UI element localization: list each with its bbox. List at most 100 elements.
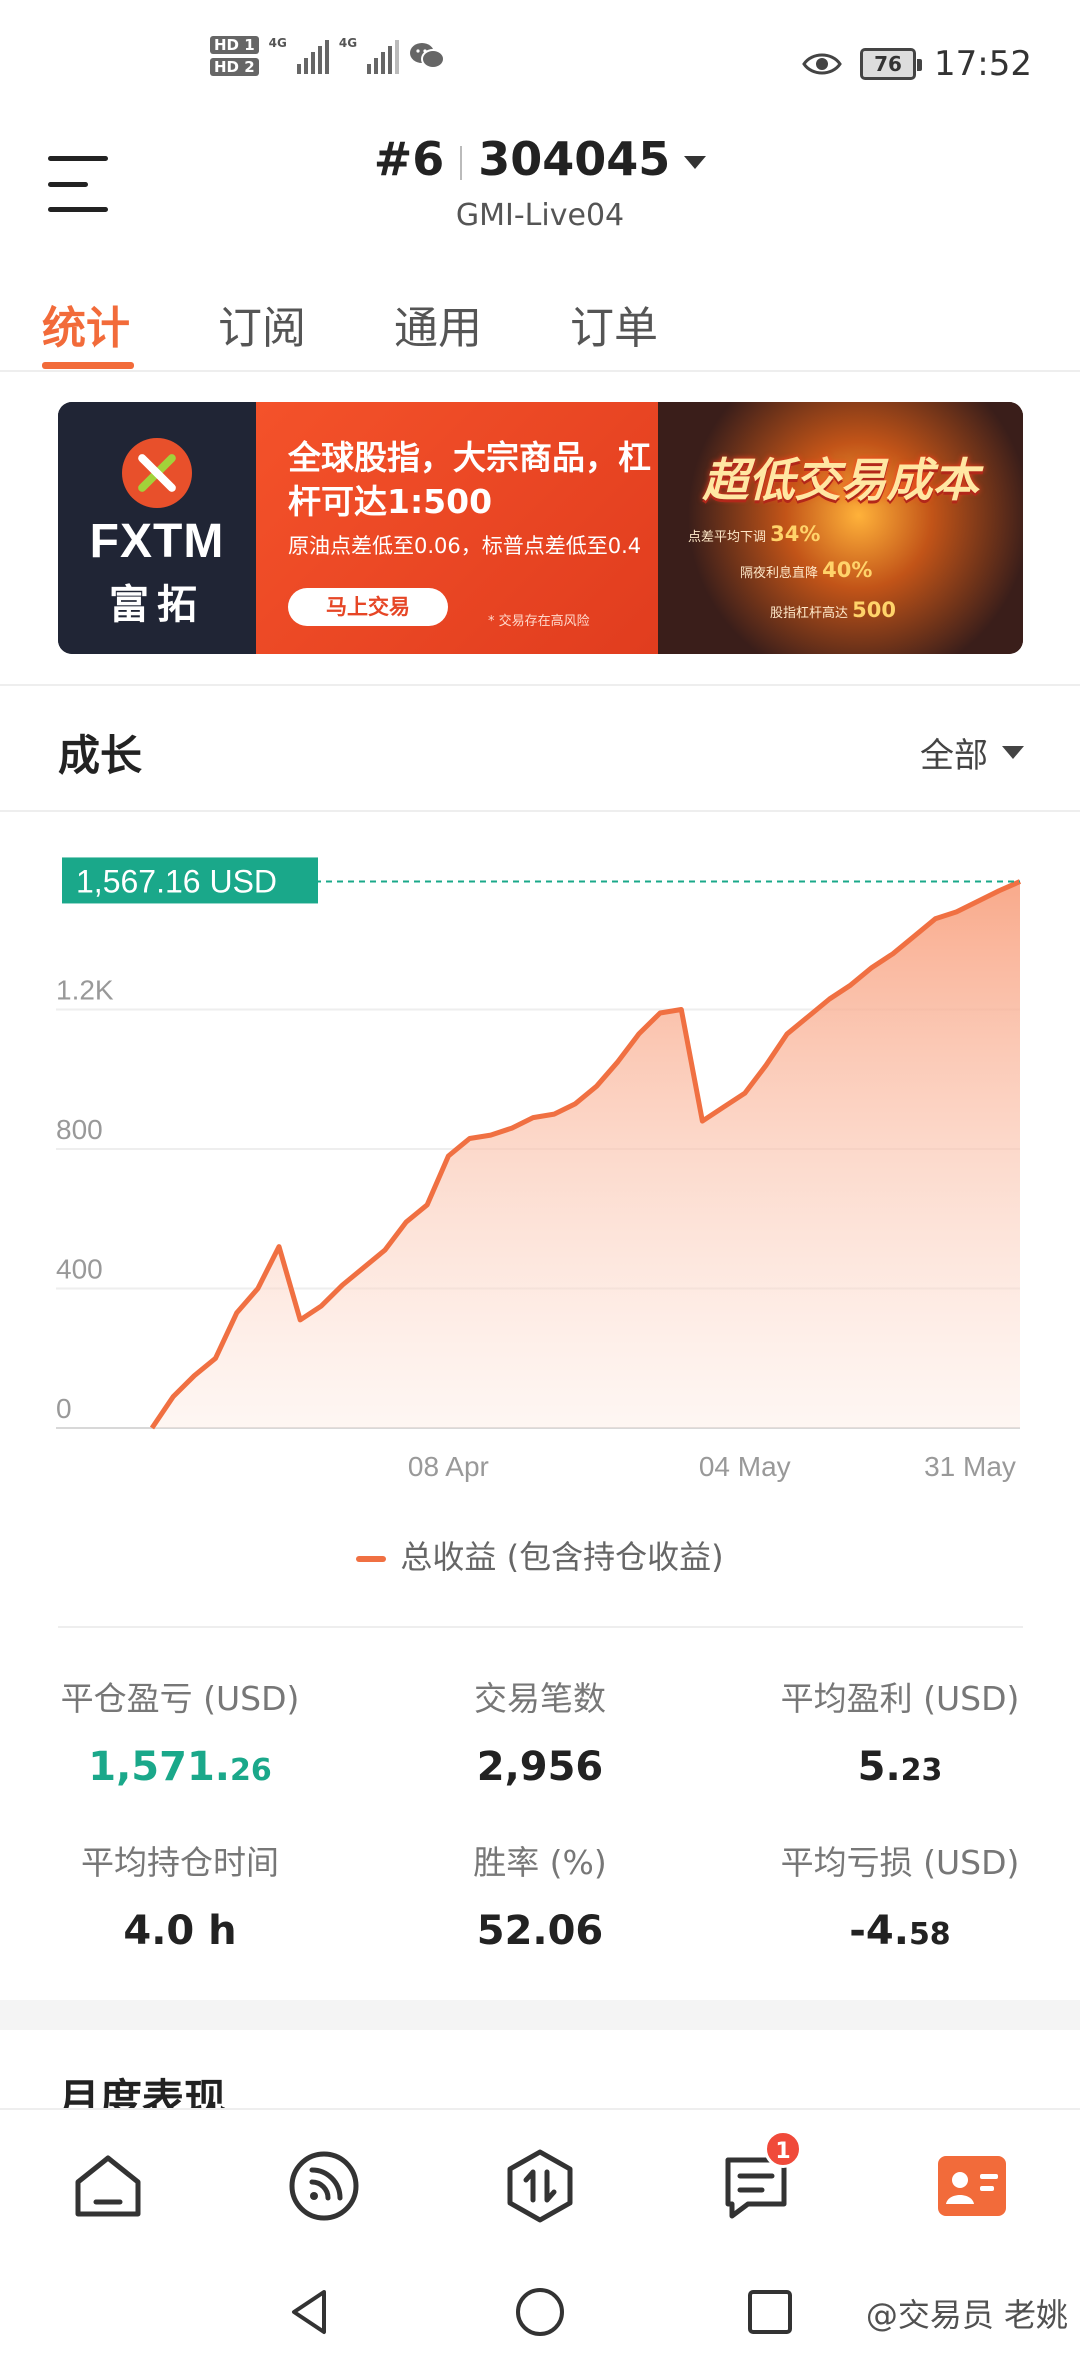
tab-statistics[interactable]: 统计 bbox=[42, 292, 130, 356]
dropdown-caret-icon bbox=[1002, 746, 1024, 759]
feed-icon bbox=[289, 2151, 359, 2221]
stat-winrate: 胜率 (%) 52.06 bbox=[360, 1836, 720, 1954]
nav-messages[interactable]: 1 bbox=[718, 2130, 802, 2224]
growth-chart-svg: 1,567.16 USD 0 400 800 1.2K 08 Apr 04 May 31 … bbox=[56, 857, 1022, 1482]
y-tick-label: 400 bbox=[56, 1254, 103, 1285]
account-rank: #6 bbox=[373, 132, 445, 186]
banner-line2-label: 隔夜利息直降 bbox=[740, 566, 819, 581]
promo-banner[interactable]: FXTM 富拓 全球股指，大宗商品，杠杆可达1:500 原油点差低至0.06，标… bbox=[58, 402, 1023, 654]
banner-line3-label: 股指杠杆高达 bbox=[770, 606, 849, 621]
stat-trades: 交易笔数 2,956 bbox=[360, 1672, 720, 1790]
banner-message: 全球股指，大宗商品，杠杆可达1:500 原油点差低至0.06，标普点差低至0.4… bbox=[256, 402, 676, 654]
y-tick-label: 800 bbox=[56, 1114, 103, 1145]
stat-value: -4.58 bbox=[720, 1908, 1080, 1954]
banner-brand-cn: 富拓 bbox=[109, 582, 205, 628]
growth-chart[interactable]: 1,567.16 USD 0 400 800 1.2K 08 Apr 04 May 31 … bbox=[0, 830, 1080, 1510]
stat-value: 4.0 h bbox=[123, 1908, 237, 1954]
nav-trade[interactable] bbox=[502, 2148, 578, 2224]
banner-subline: 原油点差低至0.06，标普点差低至0.4 bbox=[288, 534, 642, 558]
banner-line3-value: 500 bbox=[852, 598, 896, 622]
range-selector[interactable]: 全部 bbox=[920, 728, 1024, 777]
stat-value-int: 1,571. bbox=[88, 1744, 230, 1790]
battery-level: 76 bbox=[874, 52, 902, 76]
stat-value: 2,956 bbox=[476, 1744, 604, 1790]
y-tick-label: 1.2K bbox=[56, 975, 114, 1006]
stat-value-dec: 23 bbox=[900, 1753, 943, 1788]
stat-value-dec: 58 bbox=[908, 1917, 951, 1952]
tab-subscription[interactable]: 订阅 bbox=[218, 292, 306, 356]
status-right: 76 17:52 bbox=[802, 44, 1032, 84]
network-type-1: 4G bbox=[268, 36, 287, 50]
banner-offer: 超低交易成本 点差平均下调 34% 隔夜利息直降 40% 股指杠杆高达 500 bbox=[658, 402, 1023, 654]
legend-swatch bbox=[356, 1556, 387, 1562]
fxtm-logo-icon bbox=[122, 438, 192, 508]
x-tick-label: 04 May bbox=[699, 1451, 791, 1482]
wechat-icon bbox=[410, 43, 446, 69]
recents-icon[interactable] bbox=[746, 2288, 794, 2336]
account-number: 304045 bbox=[478, 132, 671, 186]
banner-risk-note: * 交易存在高风险 bbox=[488, 614, 590, 629]
signal-icon-1 bbox=[296, 38, 329, 74]
battery-icon: 76 bbox=[860, 48, 923, 80]
stat-avg-hold: 平均持仓时间 4.0 h bbox=[0, 1836, 360, 1954]
banner-line2-value: 40% bbox=[822, 558, 873, 582]
hd2-label: HD 2 bbox=[210, 58, 259, 76]
divider bbox=[58, 1626, 1023, 1628]
stat-label: 平均亏损 (USD) bbox=[780, 1843, 1020, 1882]
hd-indicator: HD 1 HD 2 bbox=[210, 36, 259, 76]
profile-card-icon bbox=[938, 2156, 1006, 2216]
legend-label: 总收益 (包含持仓收益) bbox=[400, 1538, 724, 1576]
stat-closed-pl: 平仓盈亏 (USD) 1,571.26 bbox=[0, 1672, 360, 1790]
stat-label: 平仓盈亏 (USD) bbox=[60, 1679, 300, 1718]
stat-label: 交易笔数 bbox=[474, 1679, 606, 1718]
home-circle-icon[interactable] bbox=[512, 2284, 568, 2340]
nav-subscriptions[interactable] bbox=[286, 2148, 362, 2224]
stat-value: 52.06 bbox=[476, 1908, 604, 1954]
section-gap bbox=[0, 2000, 1080, 2030]
dropdown-caret-icon bbox=[684, 156, 707, 169]
stat-label: 胜率 (%) bbox=[473, 1843, 607, 1882]
active-tab-indicator bbox=[42, 362, 134, 369]
trade-icon bbox=[507, 2149, 573, 2223]
stat-avg-profit: 平均盈利 (USD) 5.23 bbox=[720, 1672, 1080, 1790]
back-icon[interactable] bbox=[282, 2284, 338, 2340]
account-server: GMI-Live04 bbox=[455, 198, 625, 233]
signal-icon-2 bbox=[367, 38, 400, 74]
banner-brand: FXTM bbox=[89, 515, 225, 568]
network-indicators: HD 1 HD 2 4G 4G bbox=[210, 36, 446, 76]
bottom-nav: 1 bbox=[0, 2108, 1080, 2248]
divider bbox=[0, 810, 1080, 812]
banner-big-title: 超低交易成本 bbox=[702, 453, 979, 507]
messages-badge: 1 bbox=[764, 2130, 802, 2168]
network-type-2: 4G bbox=[338, 36, 358, 50]
current-value-text: 1,567.16 USD bbox=[76, 863, 277, 899]
stat-value: 5.23 bbox=[720, 1744, 1080, 1790]
banner-logo: FXTM 富拓 bbox=[58, 402, 256, 654]
nav-profile[interactable] bbox=[934, 2148, 1010, 2224]
status-bar: HD 1 HD 2 4G 4G 76 17:52 bbox=[0, 0, 1080, 130]
growth-area bbox=[152, 881, 1020, 1428]
hd1-label: HD 1 bbox=[210, 36, 259, 54]
current-value-label: 1,567.16 USD bbox=[62, 857, 318, 904]
y-tick-label: 0 bbox=[56, 1393, 72, 1424]
banner-offer-line-1: 点差平均下调 34% bbox=[688, 522, 820, 546]
tab-general[interactable]: 通用 bbox=[394, 292, 482, 356]
stat-value-dec: 26 bbox=[229, 1753, 272, 1788]
home-icon bbox=[75, 2155, 141, 2217]
chart-legend: 总收益 (包含持仓收益) bbox=[0, 1532, 1080, 1578]
tab-bar: 统计 订阅 通用 订单 bbox=[0, 270, 1080, 372]
stat-avg-loss: 平均亏损 (USD) -4.58 bbox=[720, 1836, 1080, 1954]
tab-orders[interactable]: 订单 bbox=[570, 292, 658, 356]
banner-line1-value: 34% bbox=[770, 522, 821, 546]
x-tick-label: 31 May bbox=[924, 1451, 1016, 1482]
stats-grid: 平仓盈亏 (USD) 1,571.26 交易笔数 2,956 平均盈利 (USD… bbox=[0, 1672, 1080, 1992]
watermark: @交易员 老姚 bbox=[865, 2296, 1068, 2334]
stat-value-int: 5. bbox=[857, 1744, 901, 1790]
banner-trade-button[interactable]: 马上交易 bbox=[288, 588, 448, 626]
eye-icon bbox=[802, 53, 842, 75]
divider bbox=[0, 684, 1080, 686]
account-selector[interactable]: #6 304045 bbox=[0, 132, 1080, 186]
nav-home[interactable] bbox=[70, 2148, 146, 2224]
clock: 17:52 bbox=[934, 44, 1032, 84]
growth-title: 成长 bbox=[58, 731, 143, 780]
